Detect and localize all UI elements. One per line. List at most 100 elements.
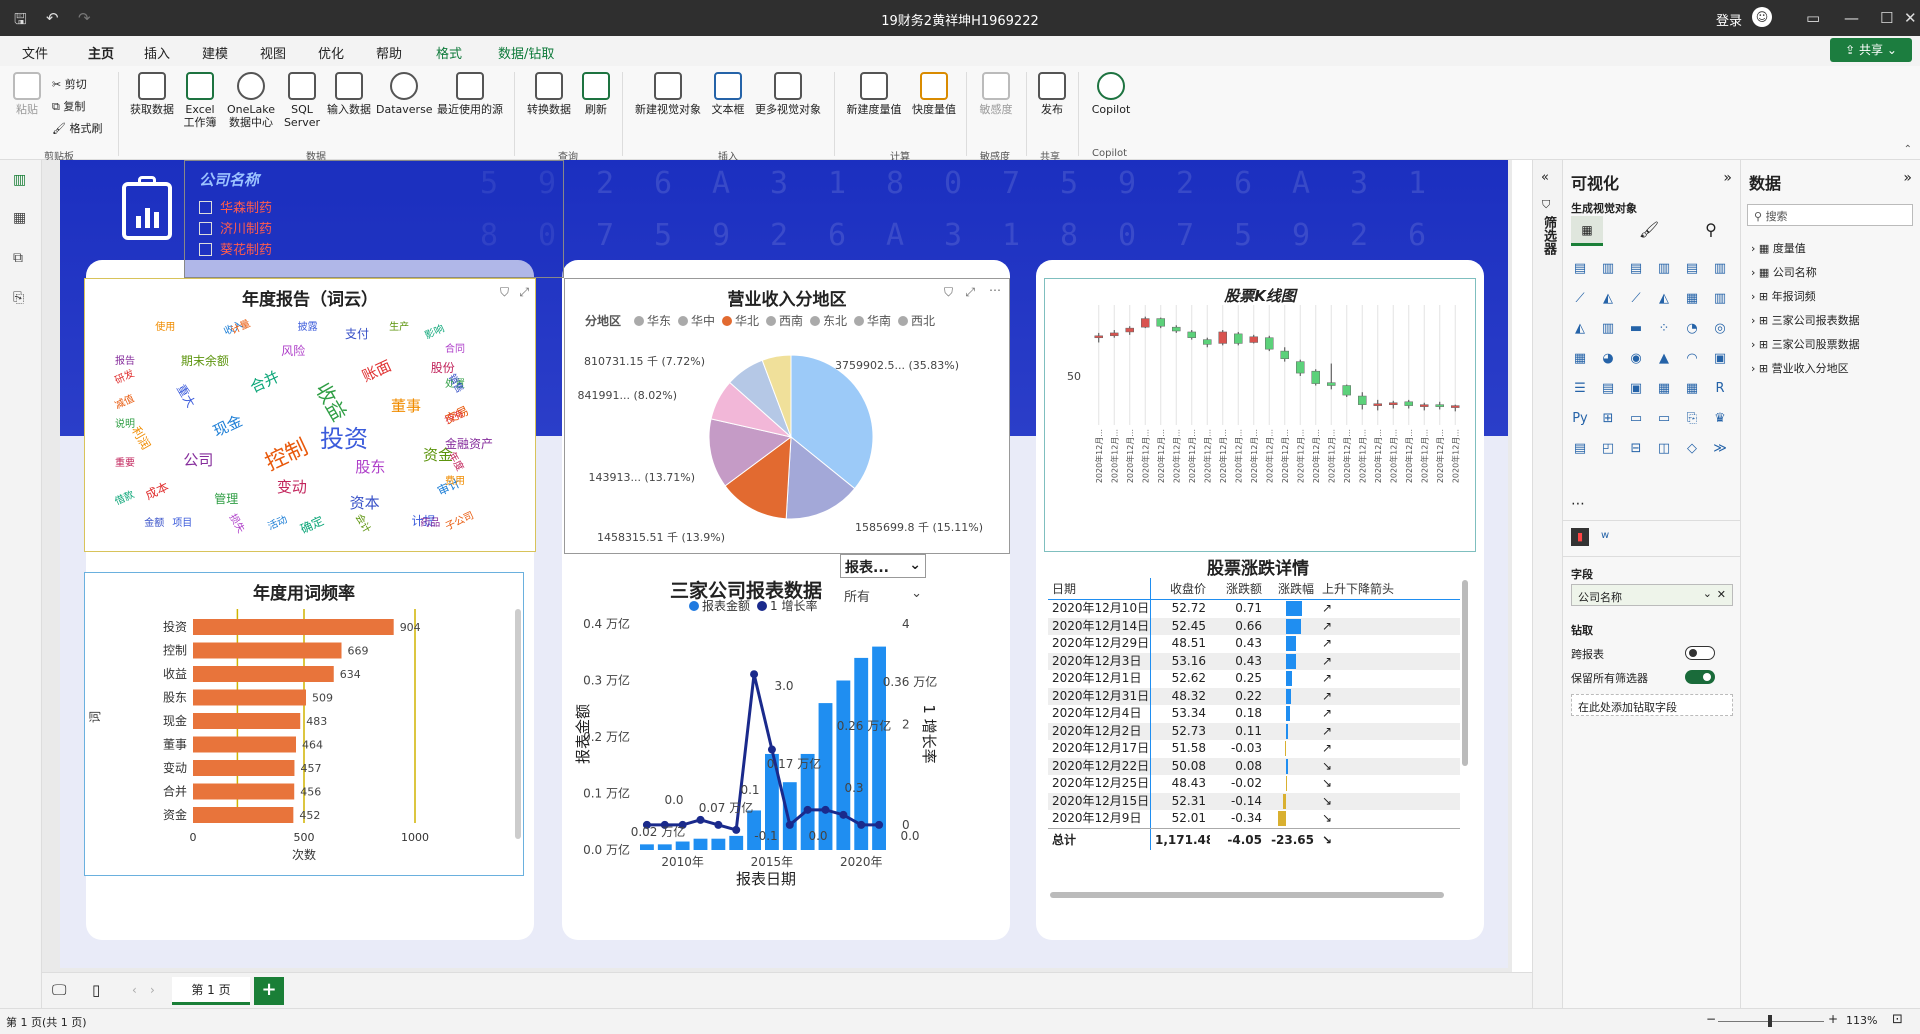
- page-tab-1[interactable]: 第 1 页: [172, 977, 250, 1005]
- refresh-button[interactable]: 刷新: [578, 72, 614, 116]
- visual-type-icon[interactable]: ▥: [1599, 260, 1617, 278]
- visual-type-icon[interactable]: ⊞: [1599, 410, 1617, 428]
- format-visual-tab[interactable]: 🖌: [1633, 216, 1665, 246]
- visual-type-icon[interactable]: ▤: [1627, 260, 1645, 278]
- build-visual-tab[interactable]: ▦: [1571, 216, 1603, 246]
- expand-icon[interactable]: «: [1541, 170, 1549, 185]
- menu-home[interactable]: 主页: [88, 43, 115, 69]
- zoom-in-icon[interactable]: +: [1828, 1012, 1838, 1026]
- menu-file[interactable]: 文件: [22, 43, 48, 62]
- checkbox[interactable]: [199, 201, 212, 214]
- focus-mode-icon[interactable]: ⤢: [519, 285, 529, 300]
- fit-to-page-icon[interactable]: ⊡: [1892, 1012, 1903, 1027]
- report-data-visual[interactable]: 三家公司报表数据 报表... ⌄ 所有 ⌄ 报表金额 1 增长率 0.0 万亿 0.1 万…: [566, 554, 1006, 904]
- table-view-icon[interactable]: ▦: [13, 210, 26, 226]
- expand-chevron-icon[interactable]: ›: [1751, 362, 1755, 375]
- filter-icon[interactable]: ⛉: [500, 285, 509, 300]
- visual-type-icon[interactable]: ◰: [1599, 440, 1617, 458]
- visual-type-icon[interactable]: ☰: [1571, 380, 1589, 398]
- visual-type-icon[interactable]: ▦: [1655, 380, 1673, 398]
- visual-type-icon[interactable]: ▣: [1711, 350, 1729, 368]
- expand-chevron-icon[interactable]: ›: [1751, 314, 1755, 327]
- textbox-button[interactable]: 文本框: [708, 72, 748, 116]
- collapse-ribbon-icon[interactable]: ⌃: [1904, 144, 1912, 155]
- expand-chevron-icon[interactable]: ›: [1751, 266, 1755, 279]
- next-page-icon[interactable]: ›: [150, 983, 155, 997]
- data-table-item[interactable]: › ⊞ 年报词频: [1751, 288, 1816, 304]
- company-slicer[interactable]: 公司名称 华森制药 济川制药 葵花制药: [184, 160, 564, 278]
- slicer-item[interactable]: 葵花制药: [199, 239, 272, 258]
- paste-button[interactable]: 粘贴: [12, 72, 42, 116]
- remove-field-icon[interactable]: ✕: [1717, 588, 1726, 601]
- transform-data-button[interactable]: 转换数据: [522, 72, 576, 116]
- menu-optimize[interactable]: 优化: [318, 43, 344, 62]
- analytics-tab[interactable]: ⚲: [1695, 216, 1727, 246]
- sensitivity-button[interactable]: 敏感度: [974, 72, 1018, 116]
- share-button[interactable]: ⇪ 共享 ⌄: [1830, 38, 1912, 62]
- visual-type-icon[interactable]: ▥: [1599, 320, 1617, 338]
- visual-type-icon[interactable]: ◕: [1599, 350, 1617, 368]
- visual-type-icon[interactable]: ◔: [1683, 320, 1701, 338]
- visual-type-icon[interactable]: ◉: [1627, 350, 1645, 368]
- more-visuals-button[interactable]: 更多视觉对象: [750, 72, 826, 116]
- quick-measure-button[interactable]: 快度量值: [908, 72, 960, 116]
- revenue-region-visual[interactable]: 营业收入分地区 ⛉ ⤢ ⋯ 分地区 华东 华中 华北 西南 东北 华南 西北 3759902.5…: [564, 278, 1010, 554]
- ribbon-display-icon[interactable]: ▭: [1806, 9, 1820, 27]
- custom-visual-icon[interactable]: ▮: [1571, 528, 1589, 546]
- copy-button[interactable]: ⧉ 复制: [52, 98, 85, 114]
- enter-data-button[interactable]: 输入数据: [322, 72, 376, 116]
- visual-type-icon[interactable]: ⊟: [1627, 440, 1645, 458]
- visual-type-icon[interactable]: ▦: [1683, 290, 1701, 308]
- menu-insert[interactable]: 插入: [144, 43, 170, 62]
- expand-chevron-icon[interactable]: ›: [1751, 242, 1755, 255]
- publish-button[interactable]: 发布: [1034, 72, 1070, 116]
- menu-view[interactable]: 视图: [260, 43, 286, 62]
- visual-type-icon[interactable]: ▣: [1627, 380, 1645, 398]
- filters-pane[interactable]: « ⛉ 筛选器: [1532, 160, 1562, 1008]
- sql-button[interactable]: SQL Server: [282, 72, 322, 129]
- visual-type-icon[interactable]: ◠: [1683, 350, 1701, 368]
- prev-page-icon[interactable]: ‹: [132, 983, 137, 997]
- visual-type-icon[interactable]: ◭: [1599, 290, 1617, 308]
- format-painter-button[interactable]: 🖌 格式刷: [52, 120, 102, 136]
- model-view-icon[interactable]: ⧉: [13, 250, 23, 266]
- data-table-item[interactable]: › ⊞ 三家公司股票数据: [1751, 336, 1860, 352]
- data-table-item[interactable]: › ▦ 度量值: [1751, 240, 1806, 256]
- chevron-down-icon[interactable]: ⌄: [1703, 587, 1712, 600]
- onelake-button[interactable]: OneLake 数据中心: [222, 72, 280, 129]
- collapse-icon[interactable]: »: [1903, 170, 1912, 186]
- maximize-icon[interactable]: ☐: [1880, 9, 1893, 27]
- new-measure-button[interactable]: 新建度量值: [842, 72, 906, 116]
- visual-type-icon[interactable]: ⁘: [1655, 320, 1673, 338]
- desktop-layout-icon[interactable]: 🖵: [52, 981, 66, 999]
- data-table-item[interactable]: › ⊞ 三家公司报表数据: [1751, 312, 1860, 328]
- get-data-button[interactable]: 获取数据: [126, 72, 178, 116]
- menu-modeling[interactable]: 建模: [202, 43, 228, 62]
- expand-chevron-icon[interactable]: ›: [1751, 338, 1755, 351]
- recent-sources-button[interactable]: 最近使用的源: [432, 72, 508, 116]
- visual-type-icon[interactable]: ▥: [1655, 260, 1673, 278]
- visual-type-icon[interactable]: ▦: [1683, 380, 1701, 398]
- zoom-out-icon[interactable]: −: [1706, 1012, 1716, 1026]
- visual-type-icon[interactable]: ▤: [1571, 260, 1589, 278]
- field-well[interactable]: 公司名称 ⌄ ✕: [1571, 584, 1733, 606]
- visual-type-icon[interactable]: ▥: [1711, 260, 1729, 278]
- copilot-button[interactable]: Copilot: [1086, 72, 1136, 116]
- visual-type-icon[interactable]: ▲: [1655, 350, 1673, 368]
- vertical-scrollbar[interactable]: [1462, 580, 1468, 766]
- stock-kline-visual[interactable]: 股票K线图 50 2020年12月... 2020年12月... 2020年12月..…: [1044, 278, 1476, 552]
- horizontal-scrollbar[interactable]: [1050, 892, 1444, 898]
- new-visual-button[interactable]: 新建视觉对象: [630, 72, 706, 116]
- visual-type-icon[interactable]: ▤: [1571, 440, 1589, 458]
- more-visuals-icon[interactable]: ⋯: [1571, 496, 1585, 512]
- stock-table-visual[interactable]: 股票涨跌详情 日期 收盘价 涨跌额 涨跌幅 上升下降箭头 2020年12月10日 52.72…: [1048, 552, 1468, 904]
- visual-type-icon[interactable]: ♛: [1711, 410, 1729, 428]
- visual-type-icon[interactable]: ◫: [1655, 440, 1673, 458]
- login-link[interactable]: 登录: [1716, 10, 1742, 29]
- add-page-button[interactable]: +: [254, 977, 284, 1005]
- visual-type-icon[interactable]: ◎: [1711, 320, 1729, 338]
- checkbox[interactable]: [199, 222, 212, 235]
- visual-type-icon[interactable]: Py: [1571, 410, 1589, 428]
- expand-chevron-icon[interactable]: ›: [1751, 290, 1755, 303]
- excel-button[interactable]: Excel 工作簿: [180, 72, 220, 129]
